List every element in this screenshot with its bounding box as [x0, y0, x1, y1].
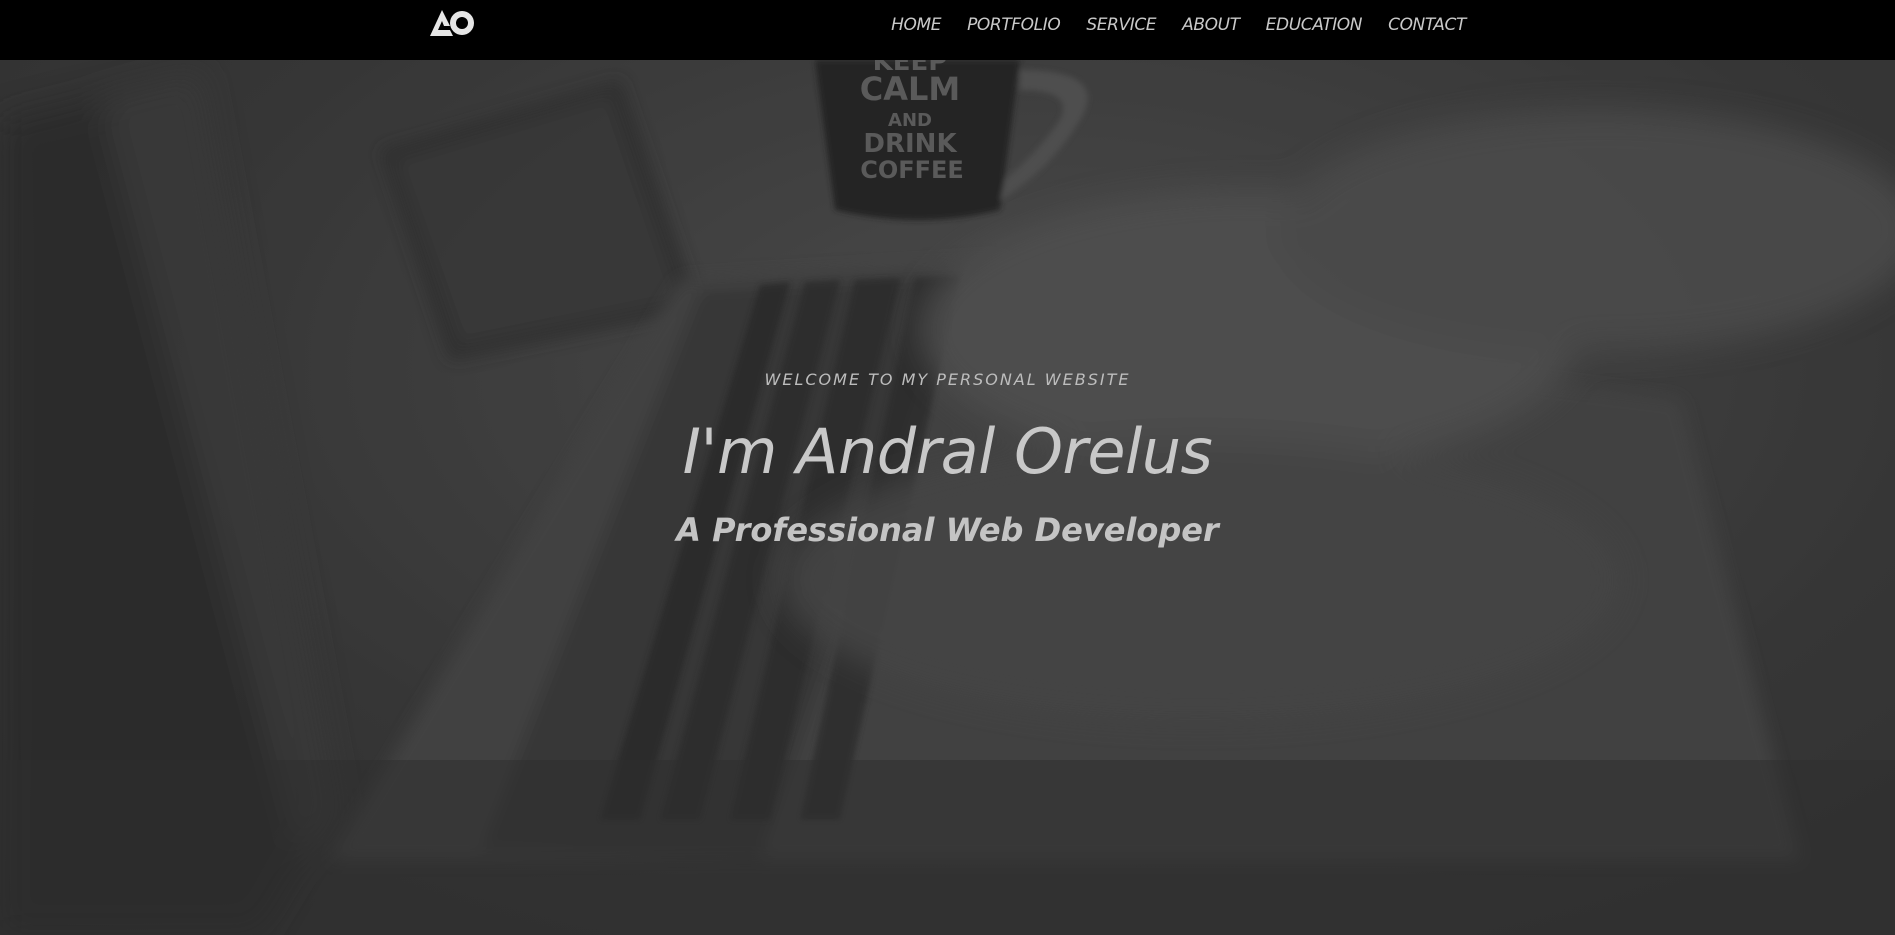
hero-welcome-text: WELCOME TO MY PERSONAL WEBSITE — [764, 370, 1131, 389]
nav-contact[interactable]: CONTACT — [1388, 15, 1466, 35]
nav-home[interactable]: HOME — [891, 15, 941, 35]
hero-name-heading: I'm Andral Orelus — [682, 415, 1213, 488]
nav-menu: HOME PORTFOLIO SERVICE ABOUT EDUCATION C… — [865, 0, 1466, 50]
nav-education[interactable]: EDUCATION — [1266, 15, 1363, 35]
hero-section: KEEP CALM AND DRINK COFFEE WELCOME TO MY… — [0, 60, 1895, 935]
nav-portfolio[interactable]: PORTFOLIO — [967, 15, 1061, 35]
hero-tagline: A Professional Web Developer — [676, 511, 1219, 549]
nav-about[interactable]: ABOUT — [1182, 15, 1240, 35]
logo-link[interactable] — [428, 6, 478, 38]
nav-service[interactable]: SERVICE — [1086, 15, 1156, 35]
page: HOME PORTFOLIO SERVICE ABOUT EDUCATION C… — [0, 0, 1895, 935]
navbar: HOME PORTFOLIO SERVICE ABOUT EDUCATION C… — [0, 0, 1895, 60]
hero-content: WELCOME TO MY PERSONAL WEBSITE I'm Andra… — [0, 370, 1895, 550]
ao-monogram-icon — [430, 10, 474, 36]
